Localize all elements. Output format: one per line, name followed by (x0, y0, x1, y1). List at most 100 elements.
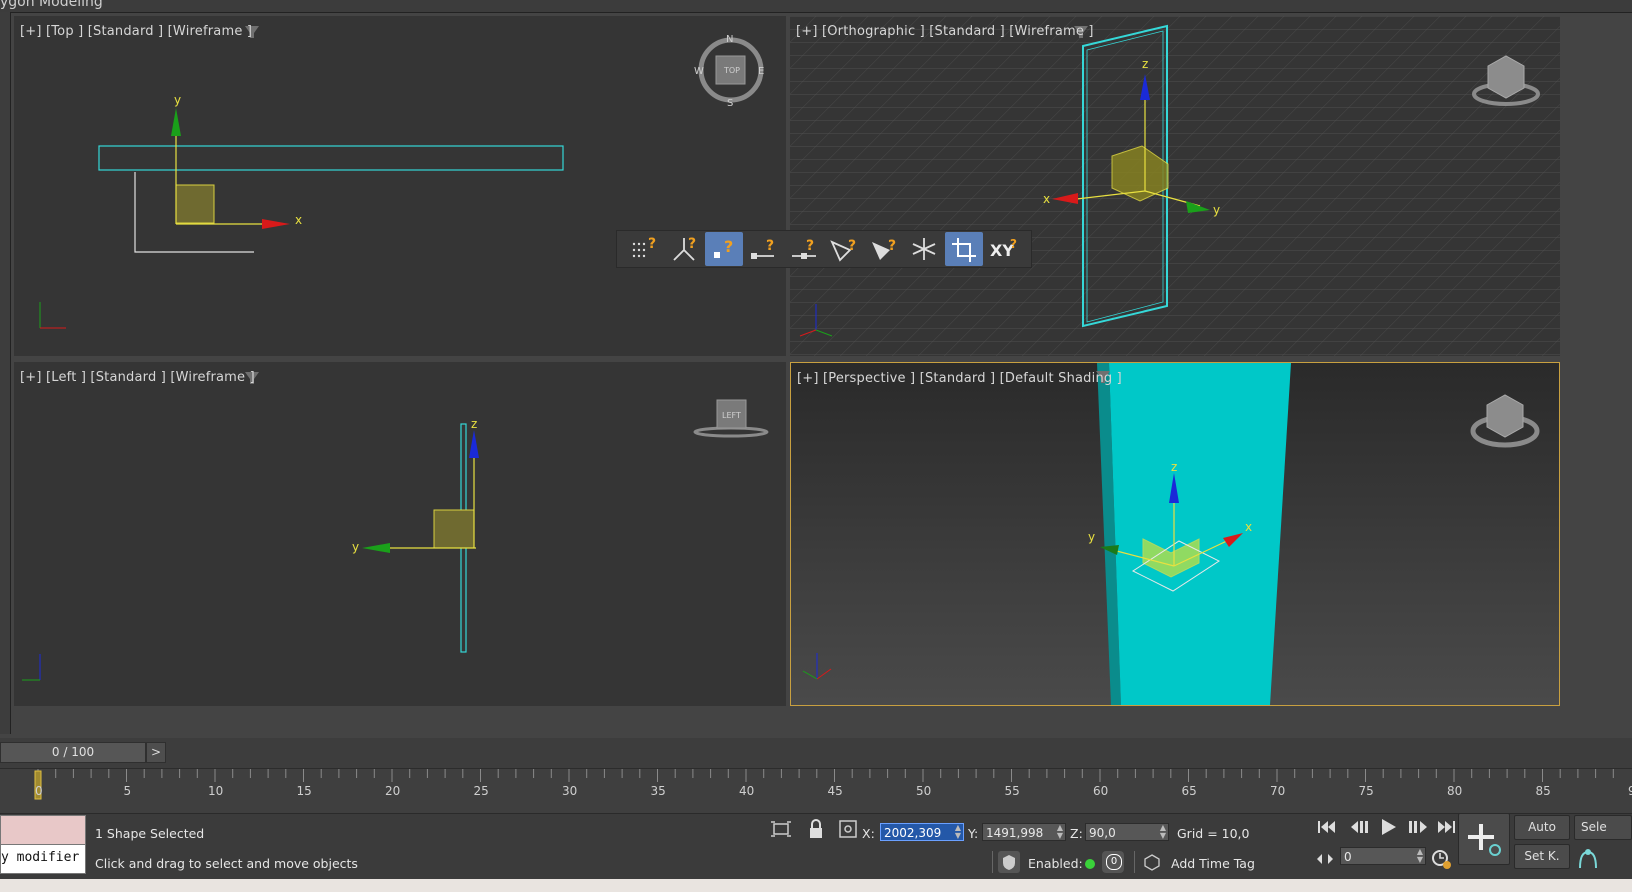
trackbar-label: 15 (296, 784, 312, 798)
trackbar-label: 5 (123, 784, 132, 798)
snowflake-icon (912, 238, 936, 260)
y-axis-label: y (174, 93, 181, 107)
trackbar[interactable]: 0 5 10 15 20 25 30 35 40 45 50 55 60 65 70 75 80 85 9 (0, 768, 1632, 813)
viewport-left-canvas: z y LEFT (22, 372, 769, 681)
axis-constraints-button[interactable] (945, 232, 983, 266)
absolute-mode-icon[interactable] (837, 818, 859, 840)
viewport-top-label[interactable]: [+] [Top ] [Standard ] [Wireframe ] (20, 24, 252, 39)
key-filters-icon[interactable] (1576, 846, 1602, 870)
goto-start-icon[interactable] (1318, 821, 1335, 833)
svg-text:?: ? (848, 238, 856, 254)
panel-title: ygon Modeling (0, 0, 103, 10)
viewport-persp-canvas: z y x (791, 363, 1559, 705)
trackbar-label: 10 (208, 784, 224, 798)
viewport-orthographic[interactable]: z x y [+] [Orthographic ] [Standard ] [W… (790, 16, 1560, 356)
svg-text:?: ? (766, 238, 774, 254)
trackbar-label: 85 (1535, 784, 1551, 798)
viewport-perspective[interactable]: z y x [+] [Perspective ] [Standard ] [De… (790, 362, 1560, 706)
midpoint-snap-button[interactable]: ? (785, 232, 823, 266)
goto-end-icon[interactable] (1438, 821, 1455, 833)
viewport-ortho-canvas: z x y (790, 16, 1560, 356)
time-configuration-icon[interactable] (1430, 848, 1452, 870)
grid-points-snap-icon: ? (632, 236, 656, 258)
trackbar-label: 70 (1270, 784, 1286, 798)
next-frame-icon[interactable] (1409, 821, 1427, 833)
grid-points-snap-button[interactable]: ? (625, 232, 663, 266)
trackbar-label: 20 (385, 784, 401, 798)
z-coord-field[interactable]: 90,0 ▲ ▼ (1085, 823, 1169, 841)
trackbar-label: 25 (473, 784, 489, 798)
pivot-snap-icon: ? (673, 236, 696, 261)
x-coord-label: X: (862, 826, 875, 841)
xy-plane-constraint-button[interactable]: XY ? (985, 232, 1023, 266)
key-mode-toggle-icon[interactable] (1314, 848, 1336, 870)
svg-text:?: ? (724, 237, 733, 256)
svg-text:?: ? (806, 238, 814, 254)
trackbar-label: 35 (650, 784, 666, 798)
set-key-big-button[interactable] (1458, 813, 1510, 865)
vertex-snap-button[interactable]: ? (705, 232, 743, 266)
selection-set-button[interactable]: Sele (1574, 815, 1632, 840)
next-frame-button[interactable]: > (146, 742, 166, 763)
enabled-indicator-icon[interactable] (1085, 859, 1095, 869)
x-coord-value: 2002,309 (884, 826, 942, 840)
viewport-top[interactable]: y x TOP N S E W [+] [Top ] [Standard ] [… (14, 16, 786, 356)
y-axis-label: y (352, 540, 359, 554)
enabled-counter[interactable]: 0 (1102, 851, 1124, 873)
x-axis-arrow (262, 219, 290, 229)
svg-text:?: ? (1010, 237, 1017, 251)
viewport-top-canvas: y x TOP N S E W (39, 26, 764, 329)
endpoint-snap-button[interactable]: ? (745, 232, 783, 266)
trackbar-label: 55 (1004, 784, 1020, 798)
trackbar-label: 50 (916, 784, 932, 798)
y-coord-field[interactable]: 1491,998 ▲ ▼ (982, 823, 1066, 841)
time-slider[interactable]: 0 / 100 (0, 742, 146, 763)
face-snap-button[interactable]: ? (865, 232, 903, 266)
viewport-ortho-label[interactable]: [+] [Orthographic ] [Standard ] [Wirefra… (796, 24, 1094, 39)
viewcube-left[interactable]: LEFT (693, 399, 769, 438)
edge-snap-icon: ? (830, 238, 856, 262)
edge-snap-button[interactable]: ? (825, 232, 863, 266)
vertex-snap-icon: ? (714, 237, 733, 258)
compass-n: N (726, 34, 733, 45)
trackbar-label: 9 (1628, 784, 1632, 798)
enabled-counter-value: 0 (1106, 854, 1122, 870)
trackbar-label: 45 (827, 784, 843, 798)
z-axis-label: z (1171, 460, 1177, 474)
y-spinner-icon[interactable]: ▲ ▼ (1057, 824, 1063, 840)
compass-e: E (758, 66, 764, 77)
play-icon[interactable] (1382, 819, 1396, 835)
gizmo-plane-handle (175, 184, 215, 224)
frame-spinner-icon[interactable]: ▲ ▼ (1417, 848, 1423, 864)
isolate-selection-icon[interactable] (770, 818, 792, 840)
time-tag-icon (1144, 854, 1160, 871)
time-slider-bar (0, 738, 1632, 768)
selected-plane-outline (98, 145, 564, 171)
auto-key-button[interactable]: Auto (1514, 815, 1570, 840)
current-frame-field[interactable]: 0 ▲ ▼ (1340, 847, 1426, 865)
viewport-left[interactable]: z y LEFT [+] [Left ] [Standard ] [Wirefr… (14, 362, 786, 706)
adaptive-degradation-icon[interactable] (998, 851, 1020, 873)
y-axis-arrow-left (362, 543, 390, 553)
maxscript-listener-mini[interactable] (0, 815, 86, 845)
previous-frame-icon[interactable] (1351, 821, 1368, 833)
maxscript-input[interactable]: y modifier (0, 844, 86, 874)
ortho-grid (790, 16, 1560, 356)
trackbar-label: 30 (562, 784, 578, 798)
midpoint-snap-icon: ? (792, 238, 816, 259)
add-time-tag[interactable]: Add Time Tag (1171, 856, 1255, 871)
taskbar-strip (0, 879, 1632, 892)
x-coord-field[interactable]: 2002,309 ▲ ▼ (880, 823, 964, 841)
viewcube-compass[interactable]: TOP N S E W (694, 34, 764, 109)
viewport-persp-label[interactable]: [+] [Perspective ] [Standard ] [Default … (797, 371, 1122, 386)
z-coord-label: Z: (1070, 826, 1083, 841)
pivot-snap-button[interactable]: ? (665, 232, 703, 266)
z-spinner-icon[interactable]: ▲ ▼ (1160, 824, 1166, 840)
set-key-button[interactable]: Set K. (1514, 844, 1570, 869)
viewport-left-label[interactable]: [+] [Left ] [Standard ] [Wireframe ] (20, 370, 255, 385)
lock-selection-icon[interactable] (807, 818, 825, 840)
snap-to-frozen-button[interactable] (905, 232, 943, 266)
compass-w: W (694, 66, 704, 77)
xy-constraint-icon: XY ? (990, 237, 1017, 260)
x-spinner-icon[interactable]: ▲ ▼ (955, 824, 961, 840)
